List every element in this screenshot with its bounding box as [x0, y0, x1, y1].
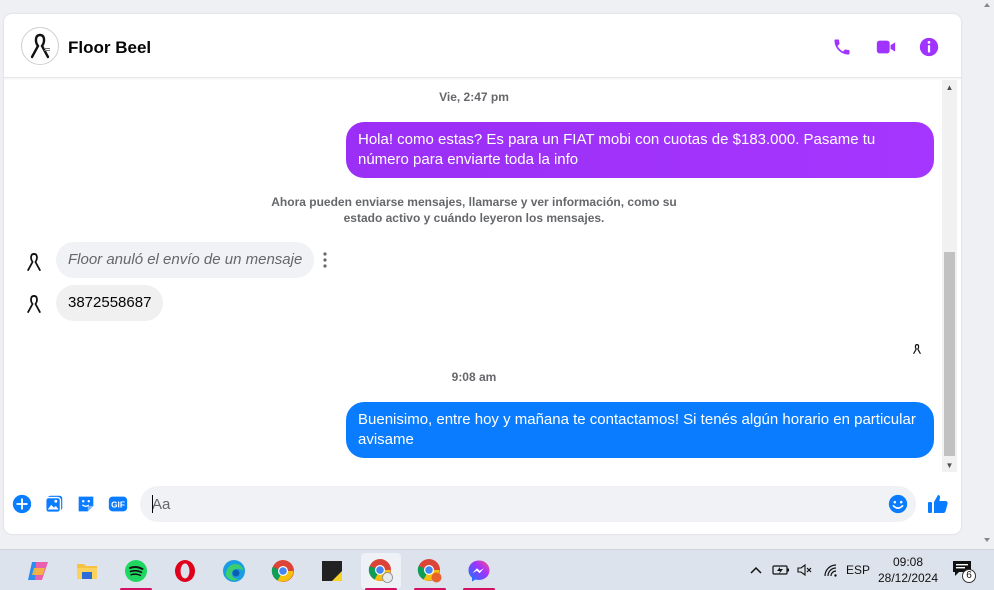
battery-status[interactable] — [770, 560, 792, 580]
message-timestamp: Vie, 2:47 pm — [439, 90, 509, 104]
gif-icon: GIF — [108, 496, 128, 512]
chrome-profile-app[interactable] — [361, 553, 401, 590]
chrome-profile-icon — [368, 559, 393, 583]
page-scrollbar[interactable] — [980, 0, 994, 549]
edge-app[interactable] — [214, 553, 254, 589]
gif-button[interactable]: GIF — [106, 492, 130, 516]
text-caret — [152, 495, 153, 513]
file-explorer-icon — [77, 564, 97, 579]
message-input[interactable] — [140, 486, 916, 522]
copilot-app[interactable] — [18, 553, 58, 589]
chevron-up-icon — [750, 566, 762, 574]
seen-indicator-avatar — [910, 342, 924, 356]
chat-window: Floor Beel Vie, 2:47 pm Hola! como estas… — [4, 14, 961, 534]
file-explorer-app[interactable] — [67, 553, 107, 589]
like-button[interactable] — [926, 492, 950, 516]
chrome-profile-icon — [417, 559, 442, 583]
clock-date: 28/12/2024 — [877, 571, 939, 585]
volume-status[interactable] — [794, 560, 816, 580]
message-timestamp: 9:08 am — [451, 370, 497, 384]
volume-muted-icon — [797, 563, 812, 577]
battery-charging-icon — [772, 565, 789, 575]
conversation-info-button[interactable] — [917, 35, 941, 59]
thumbs-up-icon — [928, 495, 948, 513]
message-scrollbar[interactable]: ▲ ▼ — [942, 80, 957, 472]
edge-icon — [223, 560, 245, 582]
connection-notice: Ahora pueden enviarse mensajes, llamarse… — [271, 195, 677, 225]
mourning-ribbon-icon — [913, 344, 921, 354]
messenger-app[interactable] — [459, 553, 499, 590]
wifi-icon — [824, 564, 837, 577]
contact-avatar-small[interactable] — [22, 250, 46, 274]
plus-circle-icon — [12, 494, 32, 514]
mourning-ribbon-icon — [27, 253, 41, 271]
gif-icon-label: GIF — [111, 501, 125, 510]
chat-header: Floor Beel — [4, 14, 961, 78]
audio-call-button[interactable] — [830, 35, 854, 59]
message-options-button[interactable] — [314, 249, 336, 271]
show-hidden-icons-button[interactable] — [746, 560, 766, 580]
contact-name[interactable]: Floor Beel — [68, 38, 151, 58]
scroll-down-arrow-icon[interactable]: ▼ — [942, 458, 957, 472]
spotify-app[interactable] — [116, 553, 156, 590]
message-composer: GIF — [4, 484, 961, 524]
network-status[interactable] — [820, 560, 842, 580]
sticker-button[interactable] — [74, 492, 98, 516]
outgoing-message[interactable]: Hola! como estas? Es para un FIAT mobi c… — [346, 122, 934, 178]
unsent-message[interactable]: Floor anuló el envío de un mensaje — [56, 242, 315, 278]
scroll-up-arrow-icon[interactable]: ▲ — [942, 80, 957, 94]
more-vertical-icon — [323, 252, 327, 268]
emoji-button[interactable] — [887, 493, 909, 515]
opera-icon — [175, 560, 195, 582]
contact-avatar[interactable] — [21, 27, 59, 65]
sticker-icon — [78, 496, 94, 512]
contact-avatar-small[interactable] — [22, 292, 46, 316]
info-icon — [919, 37, 939, 57]
message-list: Vie, 2:47 pm Hola! como estas? Es para u… — [4, 80, 942, 472]
smiley-icon — [888, 494, 908, 514]
system-clock[interactable]: 09:08 28/12/2024 — [872, 554, 944, 586]
chrome-profile-app[interactable] — [410, 553, 450, 590]
attach-media-button[interactable] — [42, 492, 66, 516]
mourning-ribbon-icon — [30, 33, 50, 59]
phone-icon — [834, 39, 850, 55]
clock-time: 09:08 — [892, 555, 924, 569]
copilot-icon — [28, 562, 48, 580]
video-call-button[interactable] — [874, 35, 898, 59]
messenger-icon — [468, 560, 490, 582]
mourning-ribbon-icon — [27, 295, 41, 313]
outgoing-message[interactable]: Buenisimo, entre hoy y mañana te contact… — [346, 402, 934, 458]
chrome-app[interactable] — [263, 553, 303, 589]
windows-taskbar: ESP 09:08 28/12/2024 6 — [0, 549, 994, 590]
notification-count-badge: 6 — [962, 569, 976, 583]
scroll-thumb[interactable] — [944, 252, 955, 456]
more-actions-button[interactable] — [10, 492, 34, 516]
chrome-icon — [271, 560, 294, 582]
sticky-notes-app[interactable] — [312, 553, 352, 589]
opera-app[interactable] — [165, 553, 205, 589]
sticky-notes-icon — [322, 561, 342, 581]
video-camera-icon — [876, 40, 896, 54]
incoming-message[interactable]: 3872558687 — [56, 285, 164, 321]
input-language-indicator[interactable]: ESP — [844, 560, 872, 580]
photo-gallery-icon — [45, 495, 63, 513]
spotify-icon — [125, 560, 147, 582]
